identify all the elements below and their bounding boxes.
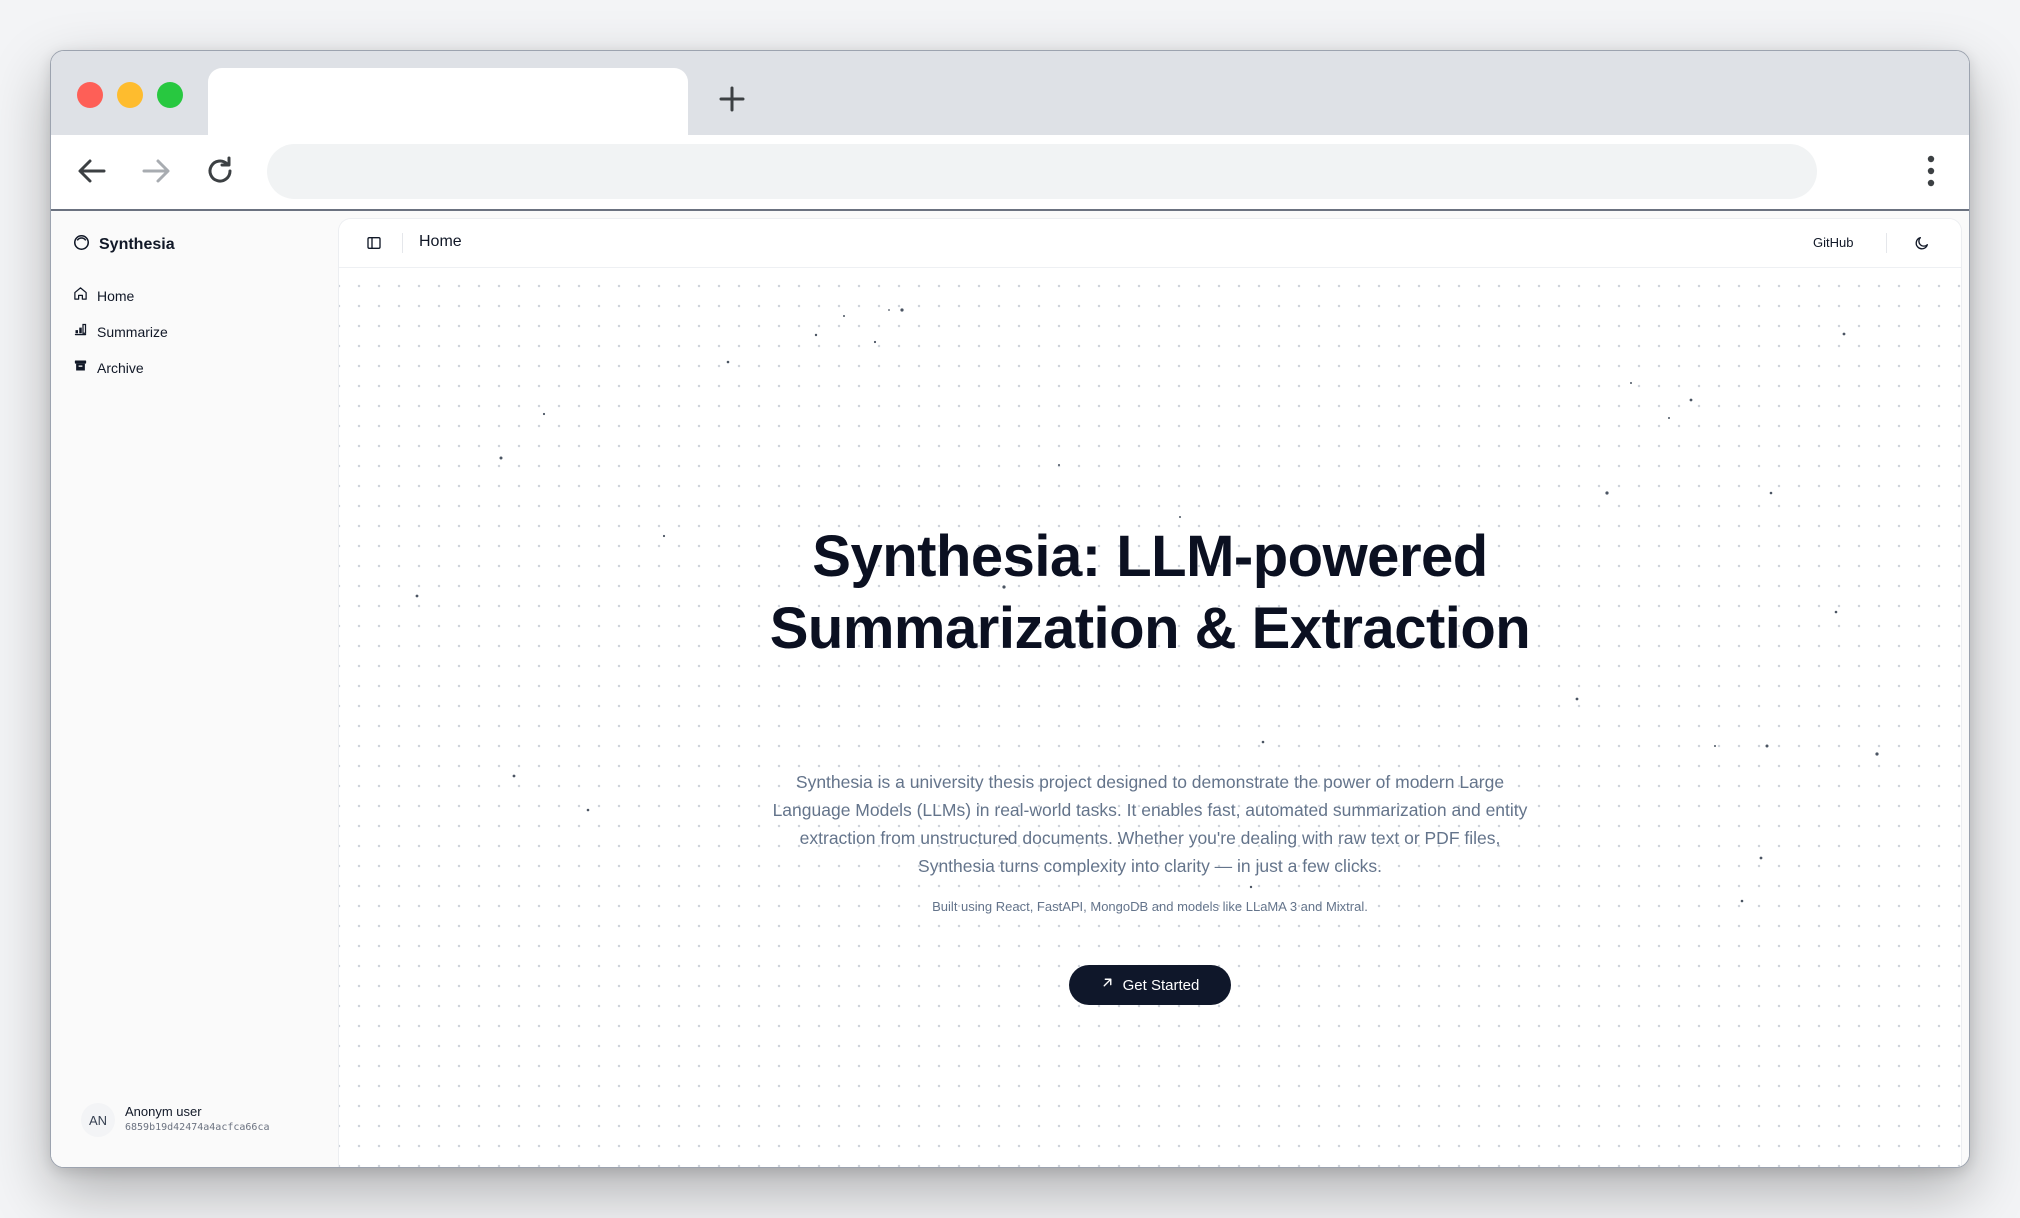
hero-tech-stack: Built using React, FastAPI, MongoDB and … [932, 899, 1368, 914]
close-window-button[interactable] [77, 82, 103, 108]
back-arrow-icon[interactable] [75, 154, 109, 188]
github-link[interactable]: GitHub [1813, 235, 1853, 250]
hero-description: Synthesia is a university thesis project… [772, 772, 1528, 876]
brand-name: Synthesia [99, 236, 175, 253]
minimize-window-button[interactable] [117, 82, 143, 108]
reload-icon[interactable] [203, 154, 237, 188]
home-icon [73, 286, 88, 306]
user-info: Anonym user 6859b19d42474a4acfca66ca [125, 1104, 270, 1136]
get-started-label: Get Started [1122, 976, 1200, 994]
header-divider [402, 233, 403, 253]
browser-tab[interactable] [208, 68, 688, 135]
particle-background [415, 308, 1879, 903]
sidebar-item-label: Archive [97, 360, 144, 376]
hero-section: Synthesia: LLM-powered Summarization & E… [339, 268, 1961, 1167]
user-name: Anonym user [125, 1104, 202, 1119]
main-panel: Home GitHub Synthesia: LLM-powered Summa… [339, 219, 1961, 1167]
more-options-icon[interactable] [1927, 153, 1935, 189]
browser-window: Synthesia Home Summarize Archive AN Anon… [50, 50, 1970, 1168]
new-tab-icon[interactable] [716, 83, 748, 115]
get-started-button[interactable]: Get Started [1069, 965, 1231, 1005]
sidebar-toggle-icon[interactable] [362, 231, 386, 255]
header-divider [1886, 233, 1887, 253]
arrow-up-right-icon [1101, 976, 1114, 994]
user-id: 6859b19d42474a4acfca66ca [125, 1122, 270, 1133]
moon-icon[interactable] [1910, 231, 1934, 255]
logo-icon [73, 234, 90, 256]
maximize-window-button[interactable] [157, 82, 183, 108]
forward-arrow-icon[interactable] [139, 154, 173, 188]
sidebar-item-archive[interactable]: Archive [73, 350, 168, 386]
brand[interactable]: Synthesia [73, 233, 175, 257]
avatar: AN [81, 1103, 115, 1137]
sidebar-item-label: Summarize [97, 324, 168, 340]
browser-titlebar [51, 51, 1969, 135]
sidebar: Synthesia Home Summarize Archive AN Anon… [51, 211, 337, 1167]
breadcrumb: Home [419, 233, 462, 250]
summarize-icon [73, 322, 88, 342]
archive-icon [73, 358, 88, 378]
address-bar[interactable] [267, 144, 1817, 199]
user-menu[interactable]: AN Anonym user 6859b19d42474a4acfca66ca [81, 1103, 270, 1137]
app-root: Synthesia Home Summarize Archive AN Anon… [51, 211, 1969, 1167]
sidebar-nav: Home Summarize Archive [73, 278, 168, 386]
sidebar-item-label: Home [97, 288, 135, 304]
sidebar-item-home[interactable]: Home [73, 278, 168, 314]
browser-toolbar [51, 135, 1969, 211]
hero-title: Synthesia: LLM-powered Summarization & E… [769, 524, 1531, 661]
top-header: Home GitHub [339, 219, 1961, 268]
sidebar-item-summarize[interactable]: Summarize [73, 314, 168, 350]
